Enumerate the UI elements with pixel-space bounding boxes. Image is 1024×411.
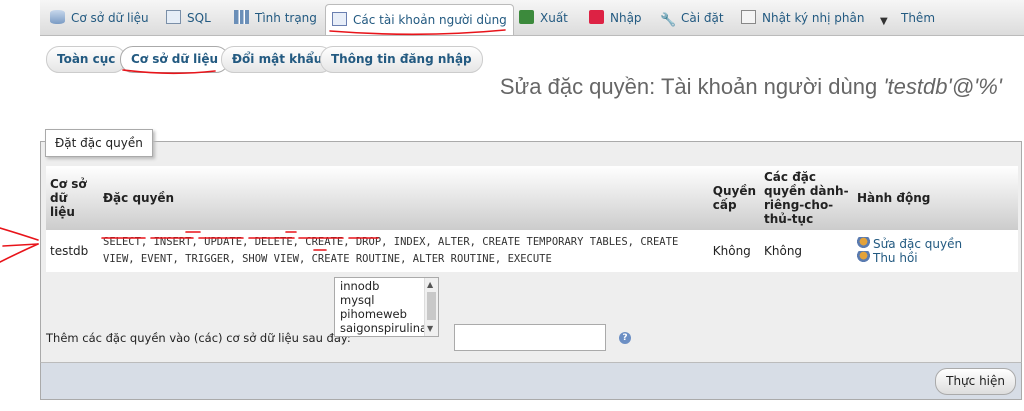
export-icon (519, 10, 534, 24)
tab-more[interactable]: ▼ Thêm (874, 6, 941, 31)
tab-import[interactable]: Nhập (583, 6, 648, 31)
header-routine-privileges: Các đặc quyền dành-riêng-cho-thủ-tục (760, 166, 853, 230)
add-privileges-label: Thêm các đặc quyền vào (các) cơ sở dữ li… (46, 331, 351, 345)
help-icon[interactable]: ? (619, 332, 631, 344)
arrow-line-middle (2, 243, 39, 247)
fieldset-legend: Đặt đặc quyền (45, 129, 153, 157)
account-name: 'testdb'@'%' (883, 74, 1002, 99)
subtab-login-information[interactable]: Thông tin đăng nhập (320, 46, 483, 73)
tab-status[interactable]: Tình trạng (228, 6, 323, 31)
arrow-line-upper (0, 227, 39, 241)
sql-icon (166, 10, 181, 24)
scroll-thumb[interactable] (427, 292, 436, 320)
arrow-line-lower (0, 243, 39, 263)
tab-binary-log[interactable]: Nhật ký nhị phân (735, 6, 870, 31)
row-privileges: SELECT, INSERT, UPDATE, DELETE, CREATE, … (99, 230, 709, 272)
status-icon (234, 10, 249, 24)
header-privileges: Đặc quyền (99, 166, 709, 230)
row-grant: Không (708, 230, 760, 272)
settings-icon: 🔧 (660, 13, 677, 28)
import-icon (589, 10, 604, 24)
edit-user-icon (857, 237, 870, 250)
table-row: testdb SELECT, INSERT, UPDATE, DELETE, C… (46, 230, 1018, 272)
tab-export[interactable]: Xuất (513, 6, 574, 31)
header-action: Hành động (853, 166, 1018, 230)
log-icon (741, 10, 756, 24)
header-grant: Quyền cấp (708, 166, 760, 230)
page-title: Sửa đặc quyền: Tài khoản người dùng 'tes… (499, 74, 1002, 99)
subtab-change-password[interactable]: Đổi mật khẩu (221, 46, 334, 73)
row-routine: Không (760, 230, 853, 272)
subtab-global[interactable]: Toàn cục (46, 46, 127, 73)
privileges-table: Cơ sở dữ liệu Đặc quyền Quyền cấp Các đặ… (46, 166, 1018, 272)
database-icon (50, 10, 65, 24)
scroll-up-icon[interactable]: ▲ (427, 278, 433, 292)
list-scrollbar[interactable]: ▲ ▼ (424, 278, 438, 336)
revoke-user-icon (857, 251, 870, 264)
users-icon (332, 12, 347, 26)
tab-databases[interactable]: Cơ sở dữ liệu (44, 6, 155, 31)
scroll-down-icon[interactable]: ▼ (427, 322, 433, 336)
edit-privileges-link[interactable]: Sửa đặc quyền (857, 237, 962, 251)
revoke-link[interactable]: Thu hồi (857, 251, 918, 265)
database-select-list[interactable]: innodb mysql pihomeweb saigonspirulina ▲… (334, 277, 439, 337)
subtab-database[interactable]: Cơ sở dữ liệu (120, 46, 230, 73)
row-actions: Sửa đặc quyền Thu hồi (853, 230, 1018, 272)
header-database: Cơ sở dữ liệu (46, 166, 99, 230)
row-database: testdb (46, 230, 99, 272)
go-button[interactable]: Thực hiện (935, 368, 1016, 395)
database-name-input[interactable] (454, 324, 606, 351)
tab-sql[interactable]: SQL (160, 6, 217, 31)
tab-settings[interactable]: 🔧 Cài đặt (654, 6, 730, 31)
table-header-row: Cơ sở dữ liệu Đặc quyền Quyền cấp Các đặ… (46, 166, 1018, 230)
tab-user-accounts[interactable]: Các tài khoản người dùng (325, 4, 514, 35)
form-footer (40, 362, 1022, 400)
dropdown-arrow-icon: ▼ (880, 16, 888, 27)
